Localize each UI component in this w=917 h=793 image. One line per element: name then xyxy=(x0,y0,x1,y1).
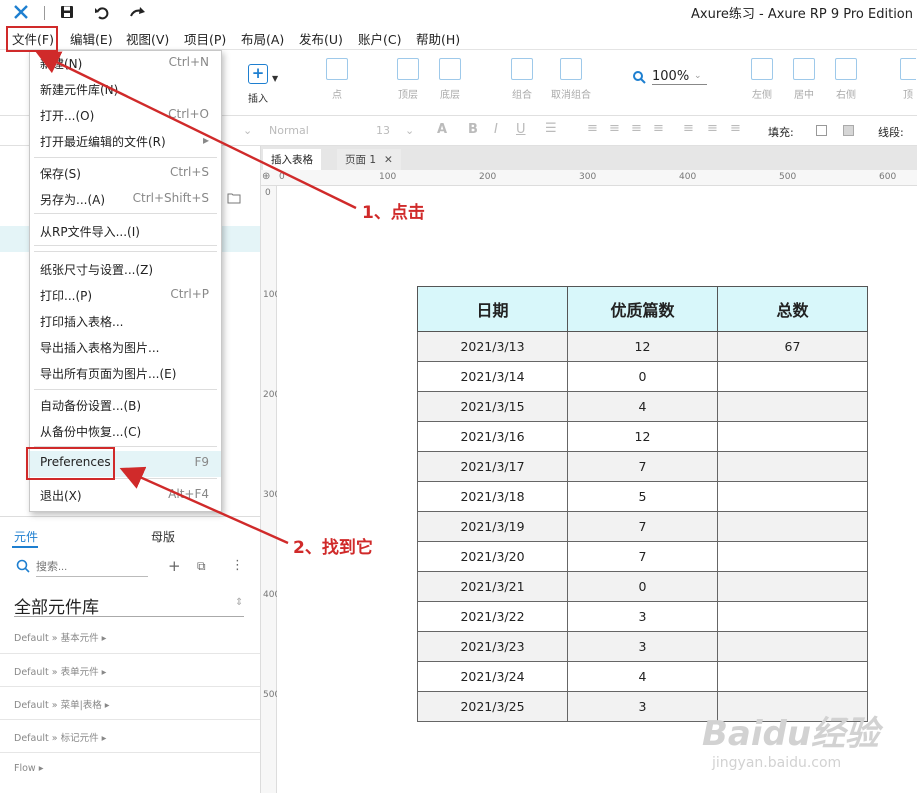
annotation-step1: 1、点击 xyxy=(362,203,425,223)
annotation-arrows xyxy=(35,51,357,545)
arrow-to-preferences xyxy=(119,466,289,545)
arrow-to-file-menu xyxy=(35,51,357,210)
annotation-step2: 2、找到它 xyxy=(293,538,373,558)
